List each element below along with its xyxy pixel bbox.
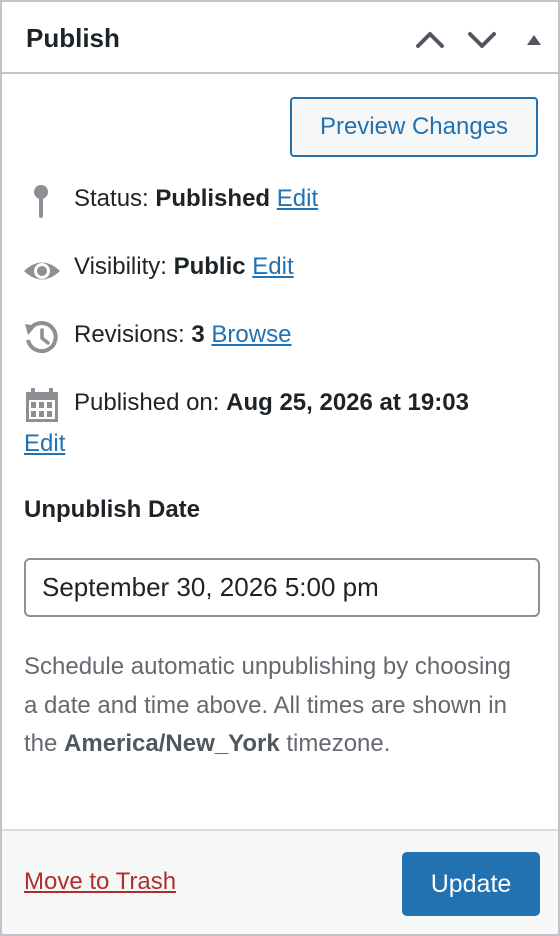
publish-panel: Publish Preview Changes Status: Publishe… (0, 0, 560, 936)
revisions-browse-link[interactable]: Browse (211, 321, 291, 348)
status-edit-link[interactable]: Edit (277, 185, 318, 212)
visibility-edit-link[interactable]: Edit (252, 253, 293, 280)
preview-changes-button[interactable]: Preview Changes (290, 97, 538, 157)
unpublish-date-input[interactable] (24, 558, 540, 617)
published-on-edit-link[interactable]: Edit (24, 427, 65, 461)
calendar-icon (22, 386, 62, 426)
panel-header: Publish (2, 2, 558, 74)
eye-icon (22, 250, 62, 290)
toggle-panel-button[interactable] (514, 20, 554, 60)
triangle-up-icon (527, 35, 541, 45)
revisions-count: 3 (191, 321, 205, 348)
chevron-up-icon (416, 32, 444, 48)
visibility-label: Visibility: (74, 253, 167, 280)
move-up-button[interactable] (410, 20, 450, 60)
panel-title: Publish (26, 23, 120, 53)
history-icon (22, 318, 62, 358)
chevron-down-icon (468, 32, 496, 48)
status-value: Published (155, 185, 271, 212)
unpublish-help-text: Schedule automatic unpublishing by choos… (24, 648, 524, 764)
pin-icon (22, 182, 62, 222)
published-on-value: Aug 25, 2026 at 19:03 (226, 389, 469, 416)
move-to-trash-link[interactable]: Move to Trash (24, 867, 176, 897)
help-text-after: timezone. (279, 730, 391, 757)
unpublish-date-label: Unpublish Date (24, 496, 201, 523)
timezone-name: America/New_York (64, 730, 280, 757)
published-on-label: Published on: (74, 389, 220, 416)
status-label: Status: (74, 185, 149, 212)
move-down-button[interactable] (462, 20, 502, 60)
update-button[interactable]: Update (402, 852, 540, 916)
revisions-label: Revisions: (74, 321, 185, 348)
panel-footer: Move to Trash Update (2, 829, 558, 934)
visibility-value: Public (173, 253, 246, 280)
